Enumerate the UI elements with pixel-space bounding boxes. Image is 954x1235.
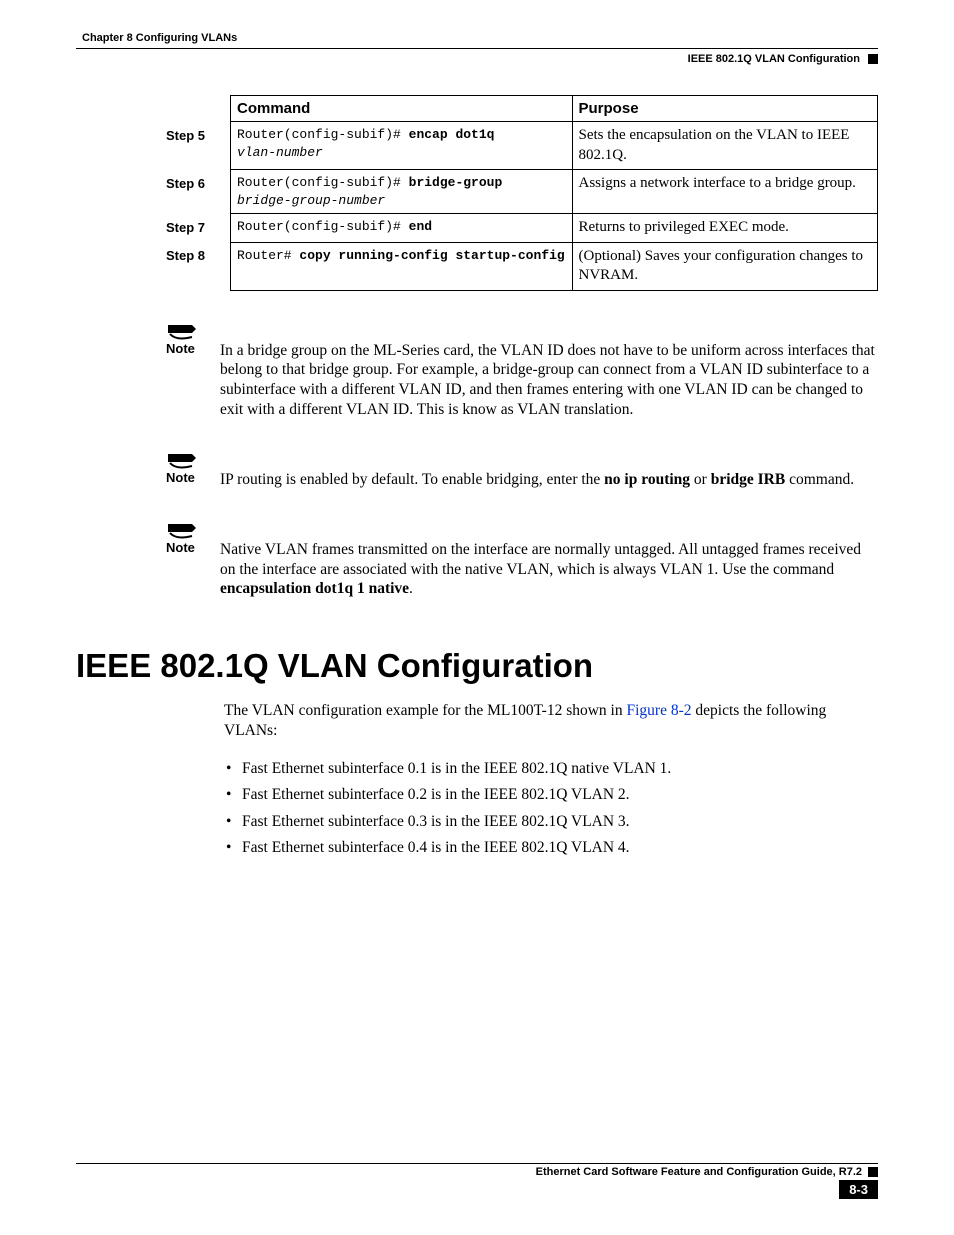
note-text: IP routing is enabled by default. To ena…: [220, 450, 878, 490]
command-table-wrap: Command Purpose Step 5 Router(config-sub…: [166, 95, 878, 291]
purpose-cell: Assigns a network interface to a bridge …: [572, 170, 877, 214]
purpose-cell: (Optional) Saves your configuration chan…: [572, 242, 877, 290]
step-label: Step 6: [166, 170, 231, 214]
command-cell: Router# copy running-config startup-conf…: [231, 242, 573, 290]
page-footer: Ethernet Card Software Feature and Confi…: [76, 1163, 878, 1199]
table-header-command: Command: [231, 96, 573, 122]
table-row: Step 8 Router# copy running-config start…: [166, 242, 878, 290]
page-number: 8-3: [839, 1180, 878, 1199]
step-label: Step 8: [166, 242, 231, 290]
note-text: Native VLAN frames transmitted on the in…: [220, 520, 878, 599]
footer-title: Ethernet Card Software Feature and Confi…: [76, 1166, 862, 1178]
command-table: Command Purpose Step 5 Router(config-sub…: [166, 95, 878, 291]
section-heading: IEEE 802.1Q VLAN Configuration: [76, 647, 878, 685]
page-header: Chapter 8 Configuring VLANs: [76, 28, 878, 49]
step-label: Step 5: [166, 122, 231, 170]
pen-icon: [166, 450, 200, 472]
note-icon-col: Note: [166, 321, 220, 356]
note-block: Note Native VLAN frames transmitted on t…: [166, 520, 878, 599]
note-label: Note: [166, 540, 220, 555]
list-item: Fast Ethernet subinterface 0.2 is in the…: [224, 782, 878, 808]
page-subheader: IEEE 802.1Q VLAN Configuration: [76, 53, 878, 65]
chapter-title: Chapter 8 Configuring VLANs: [82, 32, 237, 44]
table-row: Step 7 Router(config-subif)# end Returns…: [166, 214, 878, 243]
section-body: The VLAN configuration example for the M…: [224, 701, 878, 862]
command-cell: Router(config-subif)# end: [231, 214, 573, 243]
list-item: Fast Ethernet subinterface 0.1 is in the…: [224, 756, 878, 782]
note-block: Note In a bridge group on the ML-Series …: [166, 321, 878, 420]
list-item: Fast Ethernet subinterface 0.4 is in the…: [224, 835, 878, 861]
header-marker-icon: [868, 54, 878, 64]
note-icon-col: Note: [166, 520, 220, 555]
table-header-step: [166, 96, 231, 122]
command-cell: Router(config-subif)# bridge-groupbridge…: [231, 170, 573, 214]
table-row: Step 5 Router(config-subif)# encap dot1q…: [166, 122, 878, 170]
note-icon-col: Note: [166, 450, 220, 485]
footer-rule: [76, 1163, 878, 1164]
purpose-cell: Sets the encapsulation on the VLAN to IE…: [572, 122, 877, 170]
step-label: Step 7: [166, 214, 231, 243]
figure-xref-link[interactable]: Figure 8-2: [627, 702, 692, 719]
footer-marker-icon: [868, 1167, 878, 1177]
vlan-bullet-list: Fast Ethernet subinterface 0.1 is in the…: [224, 756, 878, 861]
note-label: Note: [166, 341, 220, 356]
intro-paragraph: The VLAN configuration example for the M…: [224, 701, 878, 741]
table-row: Step 6 Router(config-subif)# bridge-grou…: [166, 170, 878, 214]
command-cell: Router(config-subif)# encap dot1qvlan-nu…: [231, 122, 573, 170]
pen-icon: [166, 520, 200, 542]
purpose-cell: Returns to privileged EXEC mode.: [572, 214, 877, 243]
pen-icon: [166, 321, 200, 343]
note-label: Note: [166, 470, 220, 485]
note-block: Note IP routing is enabled by default. T…: [166, 450, 878, 490]
table-header-purpose: Purpose: [572, 96, 877, 122]
list-item: Fast Ethernet subinterface 0.3 is in the…: [224, 809, 878, 835]
section-breadcrumb: IEEE 802.1Q VLAN Configuration: [688, 53, 860, 65]
note-text: In a bridge group on the ML-Series card,…: [220, 321, 878, 420]
